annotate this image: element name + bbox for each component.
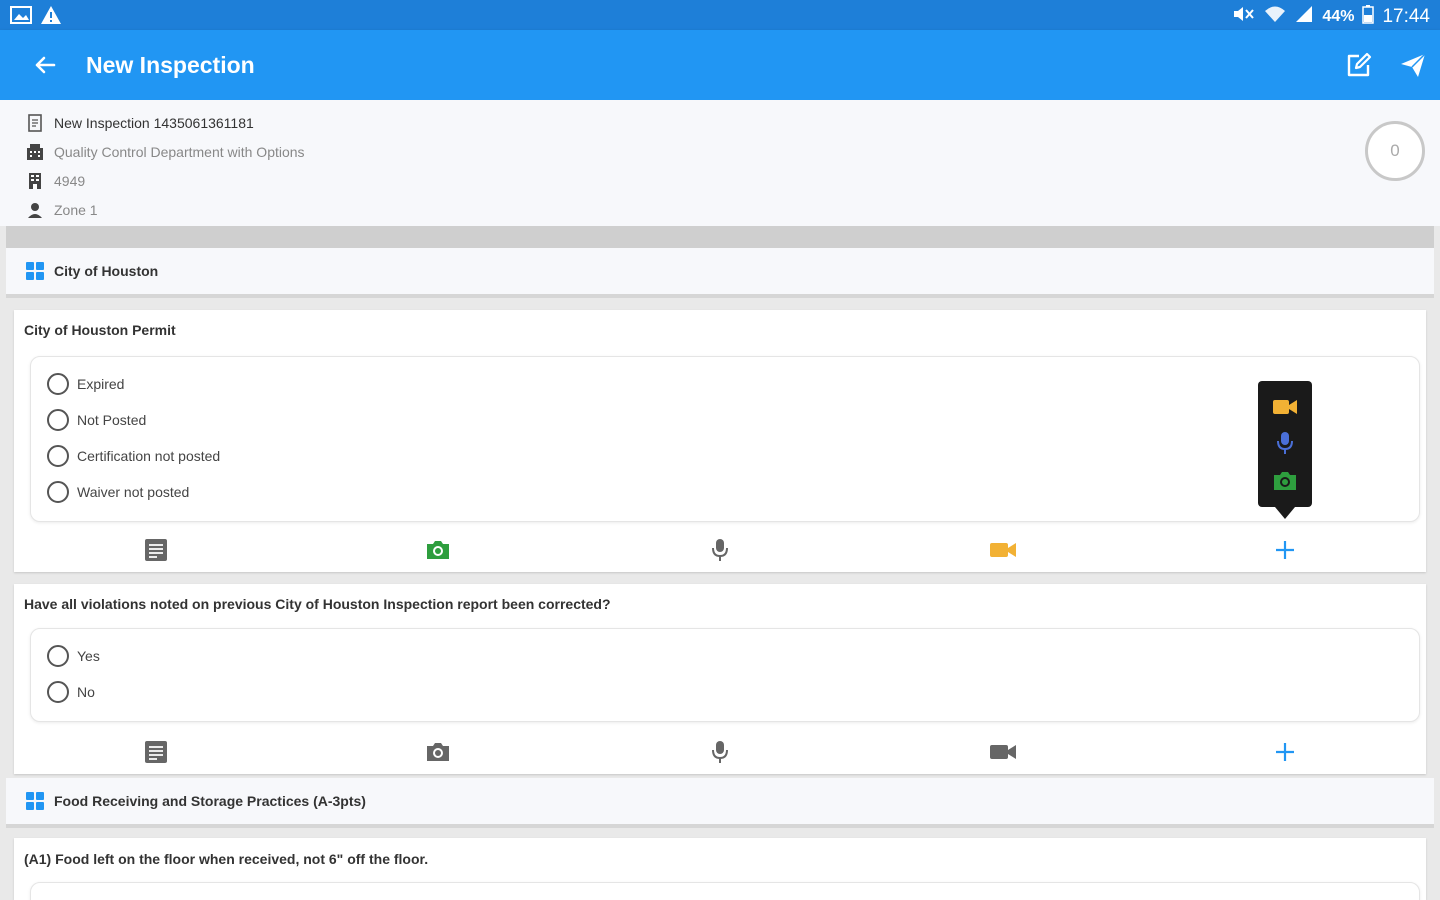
section-header-city-of-houston[interactable]: City of Houston (6, 248, 1434, 298)
microphone-icon[interactable] (705, 535, 735, 565)
radio-option-certification-not-posted[interactable]: Certification not posted (47, 445, 220, 467)
battery-icon (1362, 4, 1375, 30)
add-icon[interactable] (1270, 737, 1300, 767)
question-card: Have all violations noted on previous Ci… (14, 584, 1426, 774)
inspection-name: New Inspection 1435061361181 (54, 115, 254, 131)
video-icon[interactable] (988, 535, 1018, 565)
video-icon[interactable] (988, 737, 1018, 767)
question-actions (14, 737, 1426, 767)
score-circle: 0 (1365, 121, 1425, 181)
page-title: New Inspection (86, 52, 255, 78)
radio-option-expired[interactable]: Expired (47, 373, 124, 395)
camera-icon[interactable] (423, 737, 453, 767)
question-actions (14, 535, 1426, 565)
radio-button[interactable] (47, 645, 69, 667)
signal-icon (1294, 4, 1314, 30)
inspection-name-row: New Inspection 1435061361181 (26, 114, 254, 132)
section-header-food-receiving[interactable]: Food Receiving and Storage Practices (A-… (6, 778, 1434, 828)
radio-button[interactable] (47, 373, 69, 395)
option-label: Expired (77, 376, 125, 392)
department-name: Quality Control Department with Options (54, 144, 305, 160)
person-pin-icon (26, 201, 44, 219)
radio-button[interactable] (47, 445, 69, 467)
warning-icon (40, 5, 62, 30)
zone-name: Zone 1 (54, 202, 98, 218)
radio-option-no[interactable]: No (47, 681, 95, 703)
popup-video-icon[interactable] (1271, 393, 1299, 421)
option-label: No (77, 684, 95, 700)
microphone-icon[interactable] (705, 737, 735, 767)
number-row: 4949 (26, 172, 85, 190)
gallery-icon (10, 5, 32, 30)
camera-icon[interactable] (423, 535, 453, 565)
option-label: Certification not posted (77, 448, 221, 464)
status-bar: 44% 17:44 (0, 0, 1440, 30)
question-title: Have all violations noted on previous Ci… (24, 596, 611, 612)
section-title: Food Receiving and Storage Practices (A-… (54, 793, 366, 809)
popup-pointer (1275, 507, 1295, 519)
question-card: City of Houston Permit Expired Not Poste… (14, 310, 1426, 572)
popup-camera-icon[interactable] (1271, 467, 1299, 495)
section-grid-icon (26, 792, 44, 810)
inspection-number: 4949 (54, 173, 86, 189)
app-toolbar: New Inspection (0, 30, 1440, 100)
question-title: City of Houston Permit (24, 322, 176, 338)
section-title: City of Houston (54, 263, 159, 279)
question-card: (A1) Food left on the floor when receive… (14, 838, 1426, 900)
wifi-icon (1264, 4, 1286, 30)
media-popup (1258, 381, 1312, 507)
building-icon (26, 172, 44, 190)
add-icon[interactable] (1270, 535, 1300, 565)
answer-options (30, 882, 1420, 900)
radio-button[interactable] (47, 409, 69, 431)
notes-icon[interactable] (141, 737, 171, 767)
answer-options: Expired Not Posted Certification not pos… (30, 356, 1420, 522)
zone-row: Zone 1 (26, 201, 98, 219)
mute-icon (1232, 4, 1256, 30)
document-icon (26, 114, 44, 132)
radio-button[interactable] (47, 481, 69, 503)
popup-microphone-icon[interactable] (1271, 429, 1299, 457)
clock: 17:44 (1382, 6, 1430, 27)
question-title: (A1) Food left on the floor when receive… (24, 851, 429, 867)
answer-options: Yes No (30, 628, 1420, 722)
radio-option-not-posted[interactable]: Not Posted (47, 409, 146, 431)
edit-icon[interactable] (1342, 48, 1376, 82)
department-row: Quality Control Department with Options (26, 143, 305, 161)
radio-option-waiver-not-posted[interactable]: Waiver not posted (47, 481, 189, 503)
section-grid-icon (26, 262, 44, 280)
option-label: Not Posted (77, 412, 147, 428)
notes-icon[interactable] (141, 535, 171, 565)
option-label: Waiver not posted (77, 484, 190, 500)
header-separator (6, 226, 1434, 248)
department-icon (26, 143, 44, 161)
radio-option-yes[interactable]: Yes (47, 645, 100, 667)
back-arrow-icon[interactable] (28, 48, 62, 82)
radio-button[interactable] (47, 681, 69, 703)
send-icon[interactable] (1396, 48, 1430, 82)
battery-percent: 44% (1322, 8, 1355, 25)
option-label: Yes (77, 648, 100, 664)
